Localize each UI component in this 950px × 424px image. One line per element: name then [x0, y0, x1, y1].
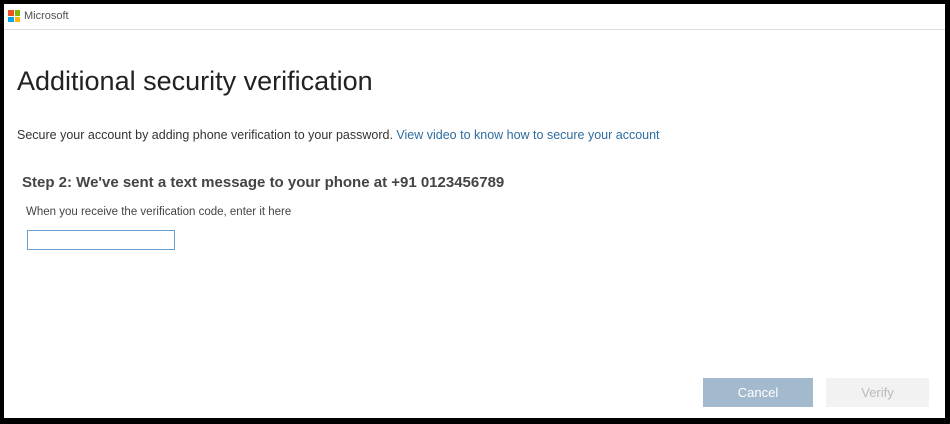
verify-button[interactable]: Verify: [826, 378, 929, 407]
brand: Microsoft: [8, 10, 69, 22]
verification-window: Microsoft Additional security verificati…: [4, 4, 945, 418]
intro-text: Secure your account by adding phone veri…: [17, 128, 393, 142]
top-bar: Microsoft: [4, 4, 945, 30]
intro-paragraph: Secure your account by adding phone veri…: [17, 127, 660, 143]
verification-code-input[interactable]: [27, 230, 175, 250]
cancel-button[interactable]: Cancel: [703, 378, 813, 407]
logo-square-red: [8, 10, 14, 16]
brand-name: Microsoft: [24, 10, 69, 22]
page-title: Additional security verification: [17, 66, 373, 96]
microsoft-logo-icon: [8, 10, 20, 22]
logo-square-blue: [8, 16, 14, 22]
secure-account-video-link[interactable]: View video to know how to secure your ac…: [396, 128, 659, 142]
logo-square-yellow: [14, 16, 20, 22]
logo-square-green: [14, 10, 20, 16]
step-heading: Step 2: We've sent a text message to you…: [22, 174, 505, 191]
verification-code-label: When you receive the verification code, …: [26, 206, 292, 218]
